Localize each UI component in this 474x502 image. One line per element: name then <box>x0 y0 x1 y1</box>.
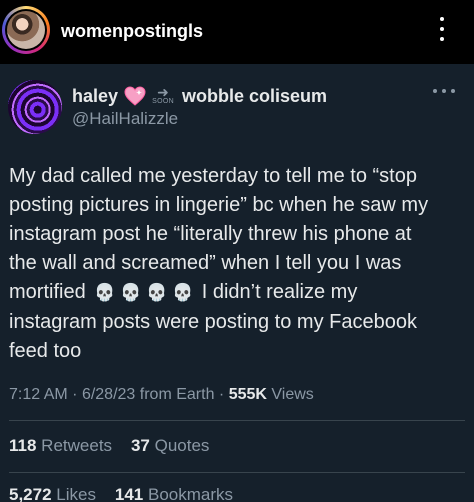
soon-label: SOON <box>152 98 174 105</box>
divider <box>9 420 465 421</box>
tweet-text-line: posting pictures in lingerie” bc when he… <box>9 194 429 216</box>
avatar-image <box>7 11 45 49</box>
instagram-post-header: womenpostingls <box>0 0 474 64</box>
likes-bookmarks-stats: 5,272 Likes 141 Bookmarks <box>9 485 233 502</box>
tweet-time[interactable]: 7:12 AM <box>9 386 68 403</box>
instagram-username[interactable]: womenpostingls <box>61 21 203 42</box>
views-count: 555K <box>228 386 267 403</box>
views-label: Views <box>271 386 314 403</box>
linked-name[interactable]: wobble coliseum <box>182 86 327 107</box>
quotes-count[interactable]: 37 <box>131 436 150 455</box>
tweet-avatar[interactable] <box>8 80 62 134</box>
skull-emojis: 💀 💀 💀 💀 <box>92 278 196 308</box>
retweets-count[interactable]: 118 <box>9 436 36 455</box>
tweet-text-fragment: I didn’t realize my <box>201 281 358 303</box>
bookmarks-count[interactable]: 141 <box>115 485 143 502</box>
likes-count[interactable]: 5,272 <box>9 485 52 502</box>
tweet-name-row: haley ➜ SOON wobble coliseum <box>72 84 327 108</box>
skull-icon: 💀 <box>94 283 116 303</box>
tweet-text-line: feed too <box>9 340 82 362</box>
soon-arrow-icon: ➜ SOON <box>152 84 174 105</box>
tweet-text-line-emoji: mortified 💀 💀 💀 💀 I didn’t realize my <box>9 278 465 308</box>
skull-icon: 💀 <box>146 283 168 303</box>
tweet-date[interactable]: 6/28/23 <box>82 386 135 403</box>
tweet-text-line: My dad called me yesterday to tell me to… <box>9 165 417 187</box>
heart-icon <box>124 86 146 106</box>
tweet-text-fragment: mortified <box>9 281 86 303</box>
instagram-avatar[interactable] <box>2 6 50 54</box>
skull-icon: 💀 <box>172 283 194 303</box>
tweet-text: My dad called me yesterday to tell me to… <box>9 162 465 366</box>
tweet-text-line: instagram post he “literally threw his p… <box>9 223 412 245</box>
tweet-metadata: 7:12 AM · 6/28/23 from Earth · 555K View… <box>9 386 314 403</box>
more-options-icon[interactable] <box>432 14 452 44</box>
display-name[interactable]: haley <box>72 86 118 107</box>
avatar-inner <box>5 9 47 51</box>
retweets-label[interactable]: Retweets <box>41 436 112 455</box>
tweet-handle[interactable]: @HailHalizzle <box>72 109 178 129</box>
divider <box>9 472 465 473</box>
tweet-more-icon[interactable] <box>433 88 455 94</box>
tweet-card: haley ➜ SOON wobble coliseum @HailHalizz… <box>0 64 474 502</box>
skull-icon: 💀 <box>120 283 142 303</box>
bookmarks-label[interactable]: Bookmarks <box>148 485 233 502</box>
tweet-source: from Earth <box>139 386 215 403</box>
tweet-text-line: the wall and screamed” when I tell you I… <box>9 252 402 274</box>
quotes-label[interactable]: Quotes <box>155 436 210 455</box>
likes-label[interactable]: Likes <box>56 485 96 502</box>
retweet-quote-stats: 118 Retweets 37 Quotes <box>9 436 209 456</box>
tweet-text-line: instagram posts were posting to my Faceb… <box>9 311 417 333</box>
